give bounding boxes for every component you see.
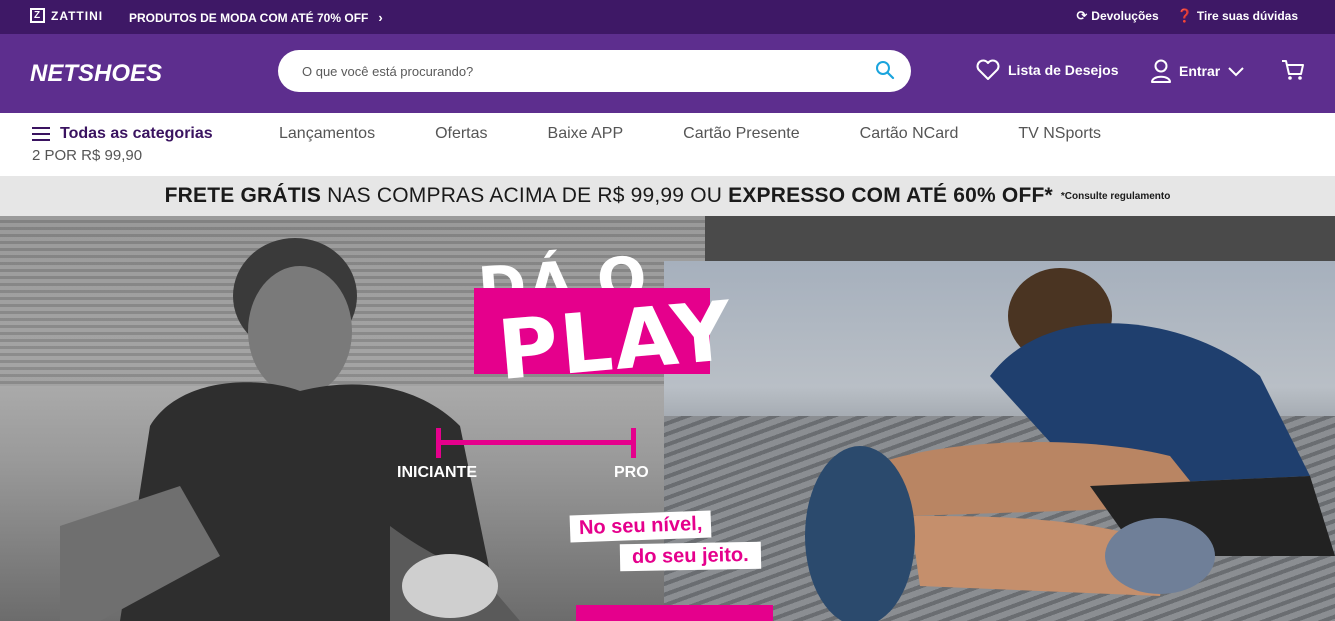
shipping-free: FRETE GRÁTIS	[164, 184, 322, 207]
nav-item-tv-nsports[interactable]: TV NSports	[1018, 125, 1101, 143]
search-bar	[278, 50, 911, 92]
refresh-icon: ⟳	[1076, 8, 1088, 23]
netshoes-logo[interactable]: NETSHOES	[30, 60, 162, 88]
athlete-left-figure	[60, 238, 520, 621]
help-link[interactable]: ❓ Tire suas dúvidas	[1177, 8, 1298, 24]
chevron-right-icon: ›	[378, 10, 383, 25]
hero-slogan-line2: do seu jeito.	[619, 541, 761, 572]
category-nav: Todas as categorias 2 POR R$ 99,90 Lança…	[0, 113, 1335, 176]
all-categories-label: Todas as categorias	[60, 125, 213, 142]
search-input[interactable]	[302, 62, 862, 80]
help-label: Tire suas dúvidas	[1196, 9, 1298, 23]
zattini-logo[interactable]: Z ZATTINI	[30, 8, 103, 23]
nav-item-lancamentos[interactable]: Lançamentos	[279, 125, 375, 143]
nav-item-baixe-app[interactable]: Baixe APP	[548, 125, 624, 143]
login-label: Entrar	[1179, 63, 1221, 79]
heart-icon	[976, 59, 1000, 80]
menu-icon	[32, 127, 50, 141]
zattini-z-icon: Z	[30, 8, 45, 23]
all-categories-button[interactable]: Todas as categorias	[32, 125, 213, 143]
zattini-logo-text: ZATTINI	[51, 8, 104, 23]
question-icon: ❓	[1176, 8, 1193, 23]
main-header: NETSHOES Lista de Desejos Entrar	[0, 34, 1335, 113]
level-scale-graphic	[436, 428, 636, 458]
level-pro-label: PRO	[614, 464, 649, 481]
promo-text: PRODUTOS DE MODA COM ATÉ 70% OFF	[129, 10, 369, 25]
nav-item-ofertas[interactable]: Ofertas	[435, 125, 487, 143]
shipping-note: *Consulte regulamento	[1060, 190, 1171, 202]
athlete-right-figure	[805, 268, 1335, 621]
hero-cta-button[interactable]	[576, 605, 773, 621]
hero-slogan-line1: No seu nível,	[569, 510, 712, 543]
zattini-promo-link[interactable]: PRODUTOS DE MODA COM ATÉ 70% OFF ›	[129, 10, 383, 25]
shipping-banner[interactable]: FRETE GRÁTIS NAS COMPRAS ACIMA DE R$ 99,…	[0, 176, 1335, 216]
top-bar: Z ZATTINI PRODUTOS DE MODA COM ATÉ 70% O…	[0, 0, 1335, 34]
user-icon	[1151, 59, 1171, 83]
wishlist-link[interactable]: Lista de Desejos	[975, 59, 1119, 81]
login-link[interactable]: Entrar	[1150, 58, 1245, 84]
returns-label: Devoluções	[1091, 9, 1159, 23]
hero-headline-bottom: PLAY	[494, 283, 737, 400]
nav-item-cartao-presente[interactable]: Cartão Presente	[683, 125, 800, 143]
chevron-down-icon	[1228, 67, 1244, 77]
wishlist-label: Lista de Desejos	[1008, 62, 1119, 78]
hero-banner[interactable]: DÁ O PLAY INICIANTE PRO No seu nível, do…	[0, 216, 1335, 621]
shipping-text: FRETE GRÁTIS NAS COMPRAS ACIMA DE R$ 99,…	[165, 184, 1053, 208]
shipping-mid: NAS COMPRAS ACIMA DE R$ 99,99 OU	[321, 184, 729, 207]
returns-link[interactable]: ⟳ Devoluções	[1076, 8, 1158, 24]
cart-icon[interactable]	[1281, 59, 1305, 81]
shipping-express: EXPRESSO COM ATÉ 60% OFF*	[728, 184, 1053, 207]
nav-item-cartao-ncard[interactable]: Cartão NCard	[860, 125, 959, 143]
level-beginner-label: INICIANTE	[397, 464, 477, 481]
search-icon[interactable]	[875, 60, 895, 80]
promo-subtitle[interactable]: 2 POR R$ 99,90	[32, 147, 142, 164]
hero-right-top-photo	[705, 216, 1335, 261]
